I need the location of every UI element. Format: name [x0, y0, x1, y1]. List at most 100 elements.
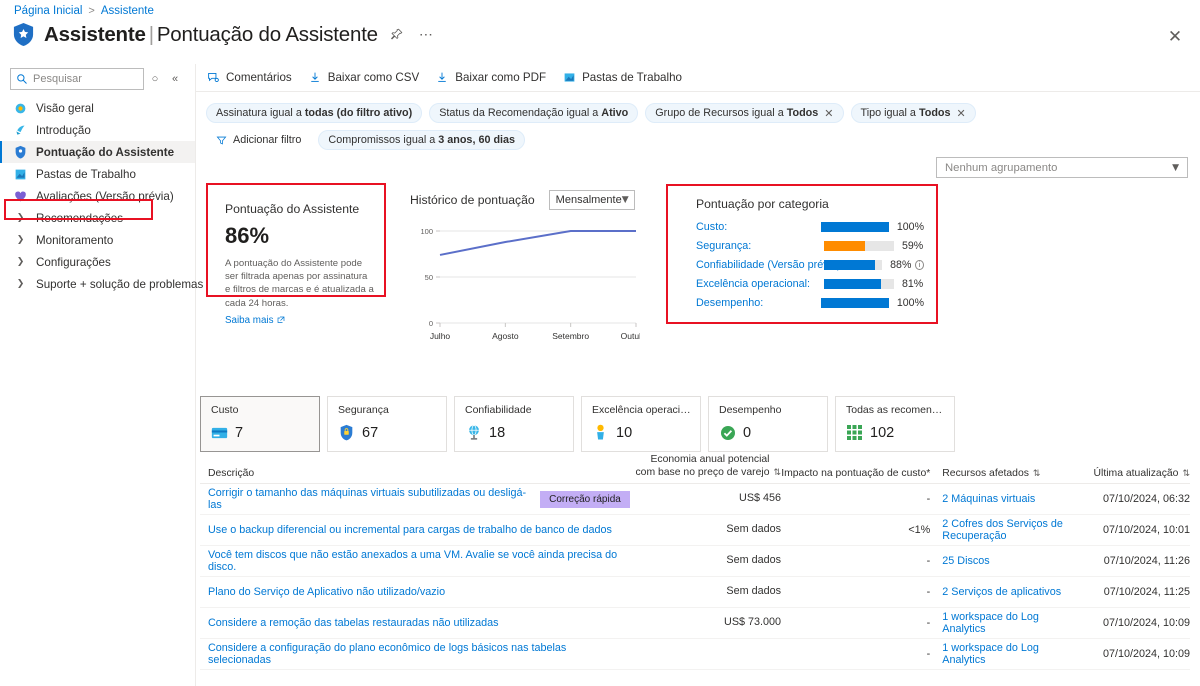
table-row[interactable]: Plano do Serviço de Aplicativo não utili… — [200, 577, 1190, 608]
category-label: Confiabilidade (Versão prévia): — [696, 258, 844, 271]
chart-series-line — [439, 230, 636, 256]
external-link-icon — [278, 317, 285, 324]
stat-card-custo[interactable]: Custo 7 — [200, 396, 320, 452]
feedback-icon — [206, 71, 220, 85]
toolbar: Comentários Baixar como CSV Baixar como … — [196, 64, 1200, 92]
sidebar-item-pastas-de-trabalho[interactable]: Pastas de Trabalho — [0, 163, 195, 185]
sidebar-item-suporte[interactable]: ❯ Suporte + solução de problemas — [0, 273, 204, 295]
recommendation-link[interactable]: Corrigir o tamanho das máquinas virtuais… — [200, 487, 630, 511]
recommendation-text: Use o backup diferencial ou incremental … — [208, 524, 612, 536]
search-box[interactable] — [10, 68, 144, 90]
stat-card-seguranca[interactable]: Segurança 67 — [327, 396, 447, 452]
affected-resources-link[interactable]: 2 Cofres dos Serviços de Recuperação — [930, 518, 1077, 542]
sidebar-item-configuracoes[interactable]: ❯ Configurações — [0, 251, 195, 273]
table-row[interactable]: Corrigir o tamanho das máquinas virtuais… — [200, 484, 1190, 515]
pin-icon[interactable] — [387, 25, 407, 45]
category-stat-cards: Custo 7 Segurança 67 Confiabilidade 18 E… — [200, 396, 955, 452]
remove-filter-icon[interactable]: ✕ — [824, 107, 833, 120]
recommendation-link[interactable]: Você tem discos que não estão anexados a… — [200, 549, 630, 573]
category-rows: Custo: 100% Segurança: 59% Confiabilidade (V… — [696, 217, 924, 312]
sidebar-item-introducao[interactable]: Introdução — [0, 119, 195, 141]
table-row[interactable]: Considere a remoção das tabelas restaura… — [200, 608, 1190, 639]
recommendation-text: Considere a remoção das tabelas restaura… — [208, 617, 499, 629]
stat-card-title: Desempenho — [719, 404, 782, 416]
column-header-economia[interactable]: Economia anual potencial com base no pre… — [630, 453, 781, 479]
stat-card-title: Confiabilidade — [465, 404, 532, 416]
close-icon[interactable]: ✕ — [1164, 26, 1186, 48]
stat-card-confiabilidade[interactable]: Confiabilidade 18 — [454, 396, 574, 452]
sidebar-item-visao-geral[interactable]: Visão geral — [0, 97, 195, 119]
sidebar-item-avaliacoes[interactable]: Avaliações (Versão prévia) — [0, 185, 195, 207]
ellipsis-icon[interactable]: ⋯ — [416, 25, 436, 45]
stat-card-count: 0 — [743, 424, 752, 441]
filter-pill-tipo[interactable]: Tipo igual a Todos ✕ — [850, 103, 976, 123]
search-icon — [17, 74, 27, 84]
page-title-sub: Pontuação do Assistente — [156, 22, 378, 46]
baixar-pdf-button[interactable]: Baixar como PDF — [435, 71, 546, 85]
filter-pill-compromissos[interactable]: Compromissos igual a 3 anos, 60 dias — [318, 130, 526, 150]
table-row[interactable]: Use o backup diferencial ou incremental … — [200, 515, 1190, 546]
stat-card-count: 102 — [870, 424, 895, 441]
category-percent: 100% — [896, 220, 924, 233]
last-updated-value: 07/10/2024, 11:25 — [1103, 586, 1190, 598]
stat-card-desempenho[interactable]: Desempenho 0 — [708, 396, 828, 452]
remove-filter-icon[interactable]: ✕ — [957, 107, 966, 120]
category-row: Segurança: 59% — [696, 236, 924, 255]
saiba-mais-link[interactable]: Saiba mais — [225, 315, 285, 326]
column-header-impacto[interactable]: Impacto na pontuação de custo* — [781, 468, 930, 479]
search-input[interactable] — [31, 69, 143, 89]
filter-pill-grupo-de-recursos[interactable]: Grupo de Recursos igual a Todos ✕ — [645, 103, 844, 123]
category-row: Confiabilidade (Versão prévia): 88% i — [696, 255, 924, 274]
affected-resources-link[interactable]: 1 workspace do Log Analytics — [930, 642, 1077, 666]
table-row[interactable]: Você tem discos que não estão anexados a… — [200, 546, 1190, 577]
recommendation-link[interactable]: Considere a configuração do plano econôm… — [200, 642, 630, 666]
recommendation-link[interactable]: Considere a remoção das tabelas restaura… — [200, 617, 630, 629]
breadcrumb-separator-icon: > — [88, 5, 95, 17]
add-filter-button[interactable]: Adicionar filtro — [206, 130, 312, 150]
summary-panels: Pontuação do Assistente 86% A pontuação … — [206, 183, 1191, 375]
affected-resources-link[interactable]: 2 Máquinas virtuais — [930, 493, 1077, 505]
recommendation-link[interactable]: Plano do Serviço de Aplicativo não utili… — [200, 586, 630, 598]
filter-pill-status[interactable]: Status da Recomendação igual a Ativo — [429, 103, 639, 123]
sidebar-item-recomendacoes[interactable]: ❯ Recomendações — [0, 207, 195, 229]
quick-fix-badge[interactable]: Correção rápida — [540, 490, 630, 508]
filter-pill-text: Tipo igual a Todos — [860, 107, 951, 119]
stat-card-todas-as-recomendacoes[interactable]: Todas as recomendações 102 — [835, 396, 955, 452]
period-dropdown[interactable]: Mensalmente ▼ — [548, 190, 635, 210]
sidebar-item-pontuacao-do-assistente[interactable]: Pontuação do Assistente — [0, 141, 195, 163]
table-row[interactable]: Considere a configuração do plano econôm… — [200, 639, 1190, 670]
baixar-csv-button[interactable]: Baixar como CSV — [308, 71, 419, 85]
column-header-atualizacao[interactable]: Última atualização ⇅ — [1078, 468, 1190, 479]
filter-pill-assinatura[interactable]: Assinatura igual a todas (do filtro ativ… — [206, 103, 423, 123]
category-row: Custo: 100% — [696, 217, 924, 236]
savings-value: Sem dados — [726, 523, 782, 536]
recommendation-link[interactable]: Use o backup diferencial ou incremental … — [200, 524, 630, 536]
refresh-icon[interactable]: ○ — [146, 69, 164, 89]
toolbar-label: Baixar como PDF — [455, 71, 547, 84]
affected-resources-link[interactable]: 1 workspace do Log Analytics — [930, 611, 1077, 635]
sidebar-search-row: ○ « — [0, 64, 195, 90]
sidebar-item-monitoramento[interactable]: ❯ Monitoramento — [0, 229, 195, 251]
breadcrumb-current[interactable]: Assistente — [101, 5, 154, 17]
category-percent: 88% — [890, 258, 912, 271]
stat-card-title: Excelência operacional — [592, 404, 691, 416]
last-updated-value: 07/10/2024, 10:09 — [1102, 617, 1190, 629]
column-header-recursos[interactable]: Recursos afetados ⇅ — [930, 468, 1077, 479]
score-history-chart: 0 50 100 Julho Agosto Setembro Outubro — [410, 223, 651, 353]
info-icon[interactable]: i — [915, 259, 924, 270]
pastas-de-trabalho-button[interactable]: Pastas de Trabalho — [562, 71, 682, 85]
comentarios-button[interactable]: Comentários — [206, 71, 292, 85]
category-bar-track — [824, 240, 894, 251]
filter-pill-text: Grupo de Recursos igual a Todos — [655, 107, 819, 119]
column-header-descricao[interactable]: Descrição — [200, 468, 630, 479]
breadcrumb-home[interactable]: Página Inicial — [14, 5, 82, 17]
grouping-dropdown[interactable]: Nenhum agrupamento ▼ — [936, 157, 1188, 178]
category-bar-fill — [820, 221, 889, 232]
affected-resources-link[interactable]: 25 Discos — [930, 555, 1077, 567]
collapse-icon[interactable]: « — [166, 69, 184, 89]
category-label: Desempenho: — [696, 296, 764, 309]
stat-card-excelencia-operacional[interactable]: Excelência operacional 10 — [581, 396, 701, 452]
affected-resources-link[interactable]: 2 Serviços de aplicativos — [930, 586, 1077, 598]
page-title-main: Assistente — [44, 22, 146, 46]
score-value: 86% — [225, 223, 270, 248]
